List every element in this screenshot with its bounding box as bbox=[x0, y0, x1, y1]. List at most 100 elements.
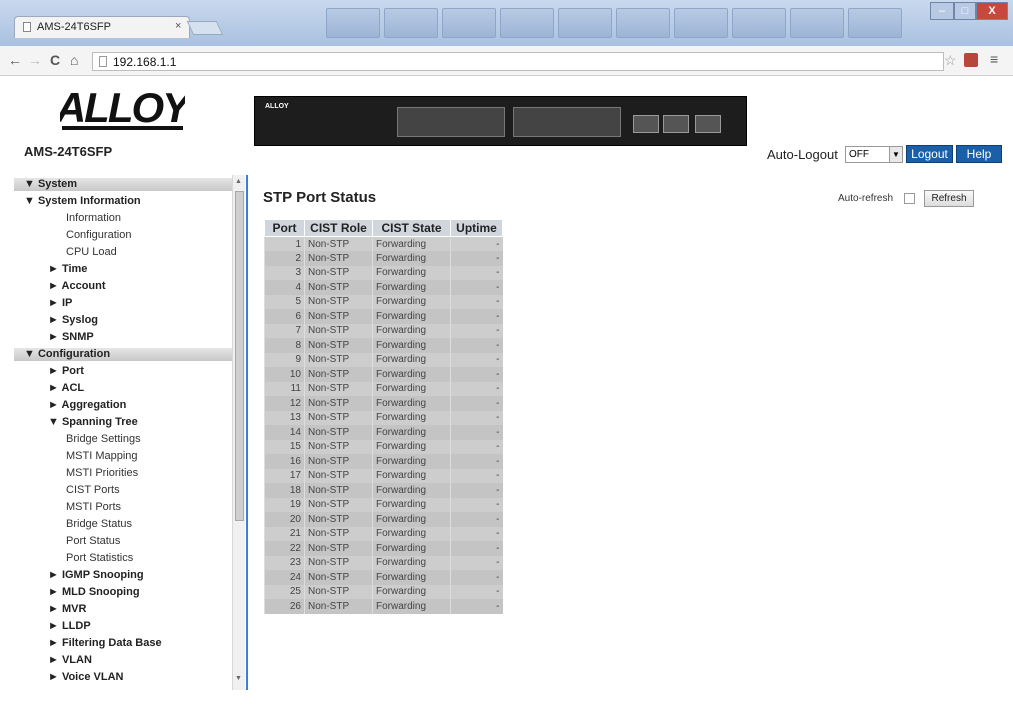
cell-uptime: - bbox=[450, 352, 503, 367]
cell-uptime: - bbox=[450, 541, 503, 556]
cell-port: 8 bbox=[264, 338, 305, 353]
extension-icon[interactable] bbox=[964, 53, 978, 67]
menu-configuration-sub[interactable]: Configuration bbox=[66, 229, 131, 241]
menu-msti-mapping[interactable]: MSTI Mapping bbox=[66, 450, 138, 462]
menu-mld-snooping[interactable]: ► MLD Snooping bbox=[48, 586, 140, 598]
cell-port: 18 bbox=[264, 483, 305, 498]
table-row: 14 Non-STP Forwarding - bbox=[264, 425, 503, 440]
auto-refresh-checkbox[interactable] bbox=[904, 193, 915, 204]
menu-msti-ports[interactable]: MSTI Ports bbox=[66, 501, 121, 513]
cell-uptime: - bbox=[450, 454, 503, 469]
menu-system[interactable]: ▼ System bbox=[14, 178, 234, 191]
menu-vlan[interactable]: ► VLAN bbox=[48, 654, 92, 666]
menu-configuration[interactable]: ▼ Configuration bbox=[14, 348, 234, 361]
sfp-port bbox=[695, 115, 721, 133]
browser-menu-icon[interactable]: ≡ bbox=[990, 51, 998, 67]
auto-logout-select[interactable]: OFF ▼ bbox=[845, 146, 903, 163]
cell-uptime: - bbox=[450, 323, 503, 338]
home-icon[interactable]: ⌂ bbox=[70, 52, 78, 68]
cell-cist-state: Forwarding bbox=[372, 599, 451, 614]
cell-port: 15 bbox=[264, 439, 305, 454]
scroll-down-icon[interactable]: ▼ bbox=[235, 675, 242, 682]
table-row: 12 Non-STP Forwarding - bbox=[264, 396, 503, 411]
cell-port: 5 bbox=[264, 294, 305, 309]
bookmark-star-icon[interactable]: ☆ bbox=[944, 52, 957, 69]
table-row: 4 Non-STP Forwarding - bbox=[264, 280, 503, 295]
cell-cist-state: Forwarding bbox=[372, 454, 451, 469]
menu-spanning-tree[interactable]: ▼ Spanning Tree bbox=[48, 416, 138, 428]
menu-snmp[interactable]: ► SNMP bbox=[48, 331, 94, 343]
menu-filtering-data-base[interactable]: ► Filtering Data Base bbox=[48, 637, 162, 649]
cell-cist-role: Non-STP bbox=[304, 555, 373, 570]
menu-cpu-load[interactable]: CPU Load bbox=[66, 246, 117, 258]
menu-lldp[interactable]: ► LLDP bbox=[48, 620, 91, 632]
background-window bbox=[384, 8, 438, 38]
menu-time[interactable]: ► Time bbox=[48, 263, 87, 275]
maximize-button[interactable]: □ bbox=[954, 2, 976, 20]
page-title: STP Port Status bbox=[263, 189, 377, 206]
menu-information[interactable]: Information bbox=[66, 212, 121, 224]
table-row: 11 Non-STP Forwarding - bbox=[264, 381, 503, 396]
stp-port-status-table: Port CIST Role CIST State Uptime 1 Non-ST… bbox=[264, 219, 503, 614]
menu-bridge-status[interactable]: Bridge Status bbox=[66, 518, 132, 530]
auto-refresh-label: Auto-refresh bbox=[838, 193, 894, 204]
cell-uptime: - bbox=[450, 599, 503, 614]
help-button[interactable]: Help bbox=[956, 145, 1002, 163]
cell-cist-role: Non-STP bbox=[304, 483, 373, 498]
menu-ip[interactable]: ► IP bbox=[48, 297, 72, 309]
menu-system-information[interactable]: ▼ System Information bbox=[24, 195, 141, 207]
column-header-uptime: Uptime bbox=[450, 219, 503, 237]
cell-uptime: - bbox=[450, 309, 503, 324]
minimize-button[interactable]: – bbox=[930, 2, 954, 20]
cell-cist-state: Forwarding bbox=[372, 555, 451, 570]
browser-tab[interactable]: AMS-24T6SFP × bbox=[14, 16, 190, 38]
cell-port: 17 bbox=[264, 468, 305, 483]
auto-logout-label: Auto-Logout bbox=[767, 147, 838, 162]
menu-port[interactable]: ► Port bbox=[48, 365, 84, 377]
cell-port: 1 bbox=[264, 236, 305, 251]
cell-cist-state: Forwarding bbox=[372, 483, 451, 498]
scrollbar-thumb[interactable] bbox=[235, 191, 244, 521]
menu-acl[interactable]: ► ACL bbox=[48, 382, 84, 394]
cell-port: 9 bbox=[264, 352, 305, 367]
reload-icon[interactable]: C bbox=[50, 52, 60, 68]
menu-voice-vlan[interactable]: ► Voice VLAN bbox=[48, 671, 123, 683]
background-window bbox=[500, 8, 554, 38]
table-row: 2 Non-STP Forwarding - bbox=[264, 251, 503, 266]
cell-cist-role: Non-STP bbox=[304, 352, 373, 367]
browser-toolbar: ← → C ⌂ 192.168.1.1 ☆ ≡ bbox=[0, 46, 1013, 76]
address-bar[interactable]: 192.168.1.1 bbox=[92, 52, 944, 71]
cell-cist-state: Forwarding bbox=[372, 265, 451, 280]
back-icon[interactable]: ← bbox=[8, 52, 22, 68]
menu-msti-priorities[interactable]: MSTI Priorities bbox=[66, 467, 138, 479]
menu-port-statistics[interactable]: Port Statistics bbox=[66, 552, 133, 564]
logout-button[interactable]: Logout bbox=[906, 145, 953, 163]
menu-aggregation[interactable]: ► Aggregation bbox=[48, 399, 126, 411]
cell-uptime: - bbox=[450, 381, 503, 396]
menu-cist-ports[interactable]: CIST Ports bbox=[66, 484, 120, 496]
menu-igmp-snooping[interactable]: ► IGMP Snooping bbox=[48, 569, 144, 581]
new-tab-button[interactable] bbox=[186, 21, 224, 35]
menu-bridge-settings[interactable]: Bridge Settings bbox=[66, 433, 141, 445]
menu-account[interactable]: ► Account bbox=[48, 280, 106, 292]
cell-cist-state: Forwarding bbox=[372, 352, 451, 367]
cell-uptime: - bbox=[450, 439, 503, 454]
cell-port: 22 bbox=[264, 541, 305, 556]
cell-cist-role: Non-STP bbox=[304, 526, 373, 541]
refresh-button[interactable]: Refresh bbox=[924, 190, 974, 207]
close-window-button[interactable]: X bbox=[976, 2, 1008, 20]
cell-cist-state: Forwarding bbox=[372, 584, 451, 599]
tab-close-icon[interactable]: × bbox=[175, 20, 181, 32]
menu-scrollbar[interactable]: ▲ ▼ bbox=[232, 175, 245, 690]
table-row: 10 Non-STP Forwarding - bbox=[264, 367, 503, 382]
window-controls: – □ X bbox=[930, 2, 1008, 20]
menu-syslog[interactable]: ► Syslog bbox=[48, 314, 98, 326]
menu-mvr[interactable]: ► MVR bbox=[48, 603, 86, 615]
menu-port-status[interactable]: Port Status bbox=[66, 535, 120, 547]
cell-port: 26 bbox=[264, 599, 305, 614]
scroll-up-icon[interactable]: ▲ bbox=[235, 178, 242, 185]
cell-port: 25 bbox=[264, 584, 305, 599]
forward-icon[interactable]: → bbox=[28, 52, 42, 68]
background-window bbox=[848, 8, 902, 38]
background-window bbox=[616, 8, 670, 38]
